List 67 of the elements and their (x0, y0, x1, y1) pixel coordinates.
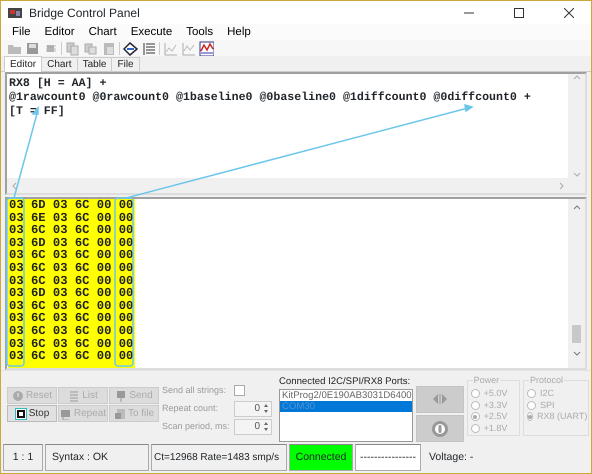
output-row-text: 03 6C 03 6C 00 00 (8, 249, 134, 262)
output-row-text: 03 6D 03 6C 00 00 (8, 287, 134, 300)
ports-list[interactable]: KitProg2/0E190AB3031D6400 COM30 (279, 389, 413, 442)
list-icon (68, 390, 80, 402)
spin-field[interactable]: 0 (234, 400, 272, 416)
connection-status: Connected (289, 444, 353, 471)
send-icon (115, 390, 128, 402)
clipboard-icon[interactable] (101, 40, 116, 56)
scrollbar[interactable] (568, 74, 585, 178)
menu-item[interactable]: Chart (82, 24, 124, 40)
output-row-text: 03 6D 03 6C 00 00 (8, 236, 134, 250)
scrollbar[interactable] (7, 178, 585, 193)
repeat-icon (60, 408, 72, 420)
file-icon (114, 408, 126, 420)
field-label: Repeat count: (162, 402, 220, 415)
tab[interactable]: Editor (4, 56, 42, 72)
output-row-text: 03 6C 03 6C 00 00 (8, 224, 134, 237)
list-icon[interactable] (141, 40, 156, 56)
output-row-text: 03 6C 03 6C 00 00 (8, 338, 134, 350)
checkbox[interactable] (234, 385, 245, 396)
reset-icon (12, 390, 24, 402)
scroll-left-icon[interactable] (11, 182, 17, 190)
chart-icon[interactable] (199, 40, 214, 56)
output-row-text: 03 6C 03 6C 00 00 (8, 300, 134, 312)
scroll-up-icon[interactable] (572, 74, 580, 80)
status-rate: Ct=12968 Rate=1483 smp/s (151, 444, 287, 471)
power-icon (430, 420, 449, 438)
list-item[interactable]: KitProg2/0E190AB3031D6400 (280, 390, 412, 402)
output-row-text: 03 6C 03 6C 00 00 (8, 312, 134, 325)
arrows-icon (432, 393, 448, 406)
spin-arrows-icon (263, 421, 269, 432)
copy-icon[interactable] (65, 40, 80, 56)
scrollbar[interactable] (568, 199, 585, 368)
scroll-thumb[interactable] (572, 325, 581, 343)
tab[interactable]: File (111, 57, 140, 71)
output-row-text: 03 6E 03 6C 00 00 (8, 212, 134, 224)
output-row-text: 03 6C 03 6C 00 00 (8, 274, 134, 288)
stop-button[interactable]: Stop (7, 405, 57, 422)
scroll-down-icon[interactable] (572, 351, 580, 357)
copy-icon[interactable] (83, 40, 98, 56)
scroll-down-icon[interactable] (572, 172, 580, 178)
status-position: 1 : 1 (3, 444, 43, 471)
code-line: RX8 [H = AA] + (9, 77, 108, 91)
scroll-up-icon[interactable] (572, 204, 580, 210)
menu-item[interactable]: Tools (179, 24, 220, 40)
close-icon (564, 8, 574, 18)
diamond-icon[interactable] (123, 40, 138, 56)
output-row-text: 03 6C 03 6C 00 00 (8, 350, 134, 363)
stop-icon (14, 408, 27, 420)
menu-item[interactable]: Help (220, 24, 258, 40)
spin-arrows-icon (263, 403, 269, 414)
output-row-text: 03 6C 03 6C 00 00 (8, 262, 134, 275)
spin-field[interactable]: 0 (234, 418, 272, 434)
menu-item[interactable]: Editor (38, 24, 82, 40)
maximize-icon (514, 8, 524, 18)
field-label: Send all strings: (162, 384, 228, 397)
output-row-text: 03 6C 03 6C 00 00 (8, 324, 134, 338)
menu-item[interactable]: Execute (124, 24, 180, 40)
output-row-text: 03 6D 03 6C 00 00 (8, 199, 134, 212)
scroll-right-icon[interactable] (559, 182, 565, 190)
window-title: Bridge Control Panel (29, 4, 140, 22)
field-label: Scan period, ms: (162, 420, 231, 433)
code-line: @1rawcount0 @0rawcount0 @1baseline0 @0baseline0 @1diffcount0 @0diffcount0 + (9, 91, 532, 105)
status-dashes: ---------------- (355, 444, 421, 471)
ports-label: Connected I2C/SPI/RX8 Ports: (279, 375, 412, 389)
menu-item[interactable]: File (5, 24, 38, 40)
status-syntax: Syntax : OK (45, 444, 149, 471)
